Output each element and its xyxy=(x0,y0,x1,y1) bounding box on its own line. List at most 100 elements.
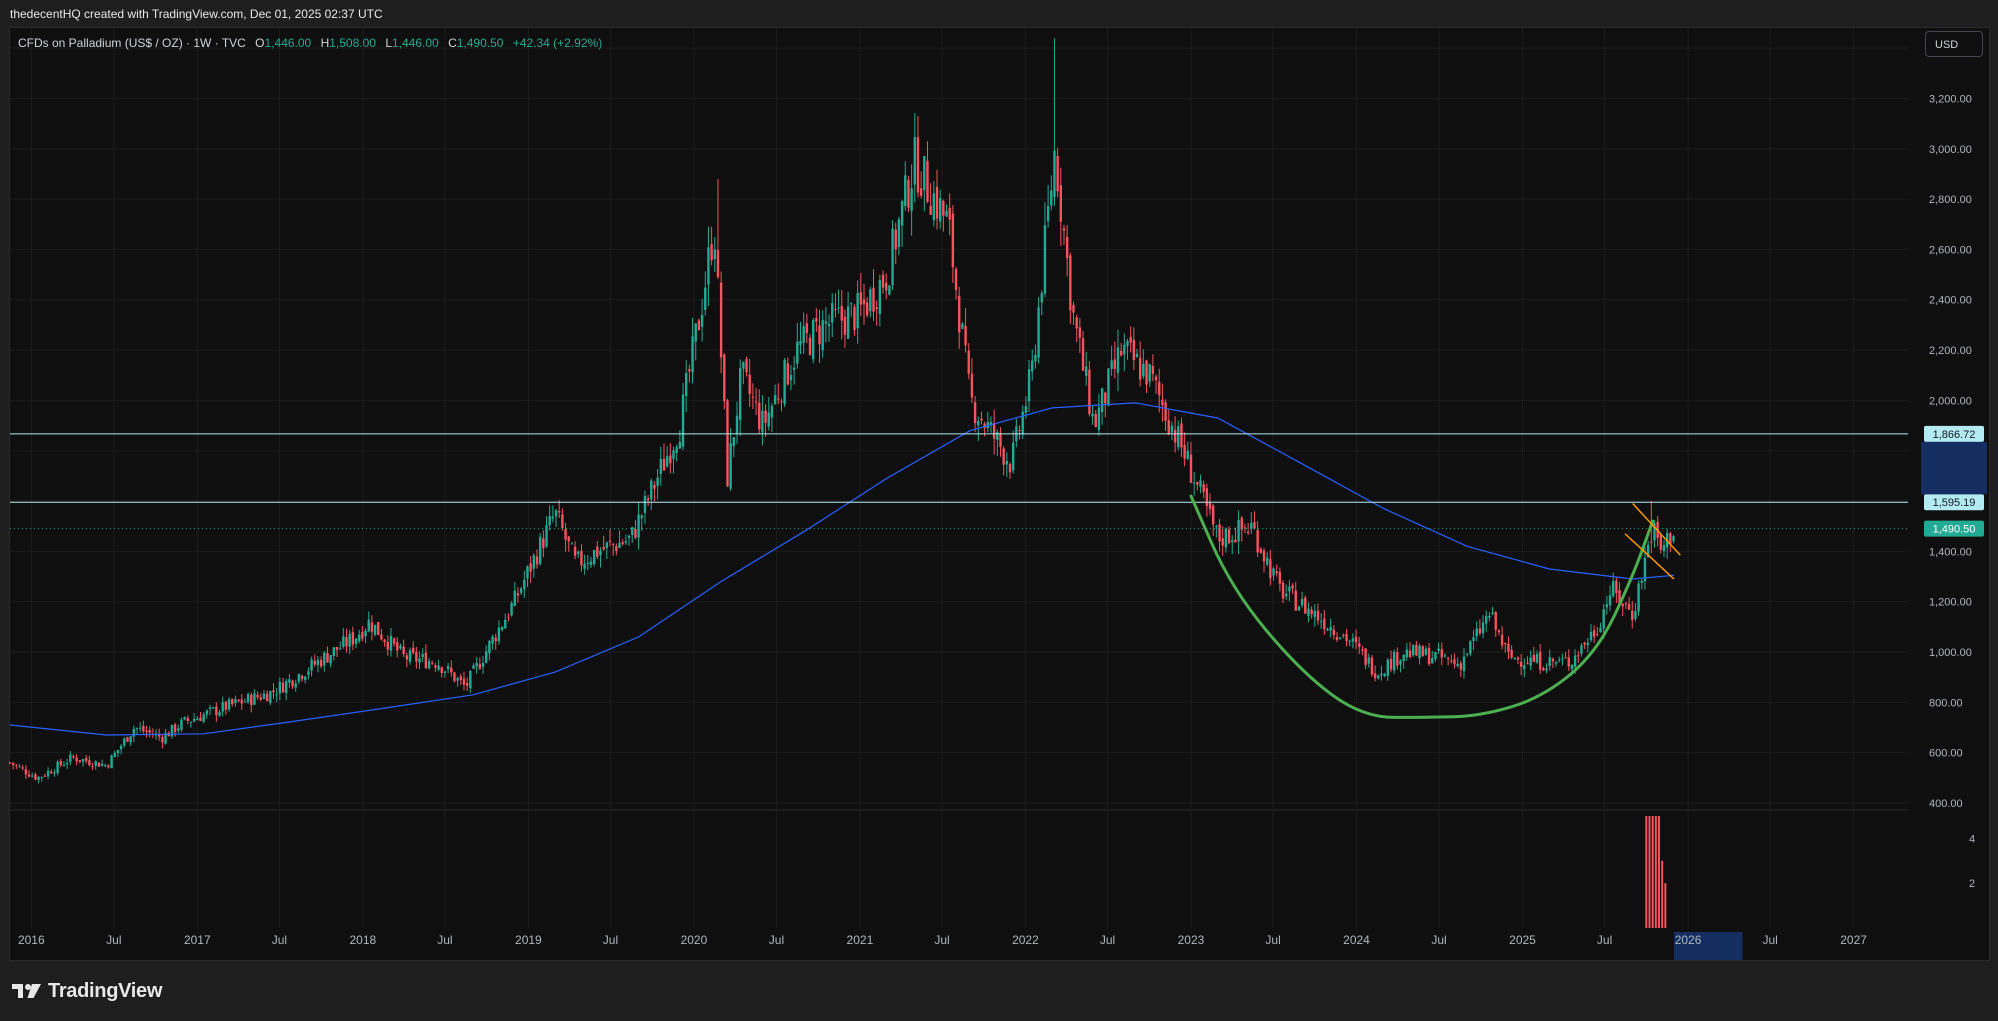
candle-body xyxy=(1231,540,1234,543)
candle-body xyxy=(637,514,640,538)
candle-body xyxy=(332,647,336,657)
candle-body xyxy=(859,292,863,305)
candle-body xyxy=(529,563,532,572)
candle-body xyxy=(1535,653,1539,663)
legend-change: +42.34 (+2.92%) xyxy=(512,36,603,50)
candle-body xyxy=(1558,659,1561,661)
candle-body xyxy=(284,680,288,693)
candle-body xyxy=(1040,292,1043,303)
candle-body xyxy=(1592,630,1596,637)
candle-body xyxy=(526,566,529,579)
candle-body xyxy=(904,175,907,207)
candle-body xyxy=(104,764,107,766)
candle-body xyxy=(773,394,777,404)
candle-body xyxy=(354,638,358,644)
candle-body xyxy=(227,699,231,710)
candle-body xyxy=(246,694,250,703)
candle-body xyxy=(942,200,945,216)
candle-body xyxy=(1151,365,1155,374)
candle-body xyxy=(1065,236,1069,259)
y-tick-label: 3,000.00 xyxy=(1929,144,1972,156)
candle-body xyxy=(1421,646,1424,657)
candle-body xyxy=(1383,673,1386,677)
candle-body xyxy=(1319,621,1323,623)
x-tick-label: Jul xyxy=(437,933,452,947)
candle-body xyxy=(532,555,536,569)
candle-body xyxy=(1154,376,1158,381)
candle-body xyxy=(100,763,104,766)
candle-body xyxy=(1475,628,1478,637)
candle-body xyxy=(1443,655,1447,657)
volume-bar xyxy=(1661,860,1664,928)
candle-body xyxy=(758,402,761,430)
candle-body xyxy=(745,359,748,373)
candle-body xyxy=(1624,603,1628,605)
candle-body xyxy=(1085,366,1088,376)
candle-body xyxy=(8,762,12,764)
candle-body xyxy=(1218,524,1221,542)
candle-body xyxy=(116,749,120,754)
y-tick-label: 2,600.00 xyxy=(1929,244,1972,256)
candle-body xyxy=(418,658,421,663)
candle-body xyxy=(1440,649,1443,658)
y-tick-label: 2,000.00 xyxy=(1929,395,1972,407)
candle-body xyxy=(1615,580,1618,593)
candle-body xyxy=(554,510,558,517)
candle-body xyxy=(1094,413,1097,428)
candle-body xyxy=(789,375,793,381)
candle-body xyxy=(519,588,523,593)
candle-body xyxy=(1043,225,1047,294)
candle-body xyxy=(1100,388,1104,412)
candle-body xyxy=(373,624,377,635)
candle-body xyxy=(1516,657,1520,660)
candle-body xyxy=(1297,606,1301,611)
candle-body xyxy=(672,450,675,459)
candle-body xyxy=(234,699,237,703)
y-tick-label: 1,200.00 xyxy=(1929,597,1972,609)
candle-body xyxy=(392,638,396,644)
candle-body xyxy=(78,760,82,762)
candle-body xyxy=(177,728,180,731)
x-tick-label: Jul xyxy=(769,933,784,947)
candle-body xyxy=(370,622,374,632)
candle-body xyxy=(669,455,672,464)
candle-body xyxy=(1031,360,1034,372)
candle-body xyxy=(665,456,669,467)
tradingview-logo-text: TradingView xyxy=(48,979,163,1002)
x-tick-label: 2019 xyxy=(515,933,542,947)
legend-symbol[interactable]: CFDs on Palladium (US$ / OZ) · 1W · TVC xyxy=(18,36,246,50)
candle-body xyxy=(1507,643,1510,652)
candle-body xyxy=(675,447,678,454)
candle-body xyxy=(472,665,475,669)
candle-body xyxy=(316,659,320,665)
moving-average-line xyxy=(9,402,1675,736)
candle-body xyxy=(891,228,894,286)
legend-high: 1,508.00 xyxy=(329,36,376,50)
candle-body xyxy=(504,619,507,629)
candle-body xyxy=(208,707,212,709)
candle-body xyxy=(631,527,634,536)
chart-canvas[interactable]: 2016 Jul 2017 Jul 2018 Jul 2019 Jul 2020 Jul 2021 J… xyxy=(0,0,1998,961)
candle-body xyxy=(84,758,88,762)
candle-body xyxy=(1227,529,1231,544)
candle-body xyxy=(196,718,199,721)
candle-body xyxy=(589,561,593,565)
candle-body xyxy=(748,374,751,395)
candle-body xyxy=(735,415,739,435)
candle-body xyxy=(1554,662,1558,664)
candle-body xyxy=(535,556,539,565)
candle-body xyxy=(1462,656,1466,672)
x-tick-label: 2026 xyxy=(1675,933,1702,947)
candle-body xyxy=(948,208,951,220)
tradingview-logo[interactable]: TradingView xyxy=(12,978,162,1004)
candle-body xyxy=(516,593,520,596)
volume-bar xyxy=(1645,816,1648,928)
candle-body xyxy=(1345,633,1348,642)
candle-body xyxy=(542,538,545,549)
candle-body xyxy=(764,410,767,423)
candle-body xyxy=(919,188,923,196)
candle-body xyxy=(183,716,186,720)
candle-body xyxy=(913,136,916,185)
candle-body xyxy=(319,659,323,667)
currency-button[interactable]: USD xyxy=(1925,31,1983,57)
